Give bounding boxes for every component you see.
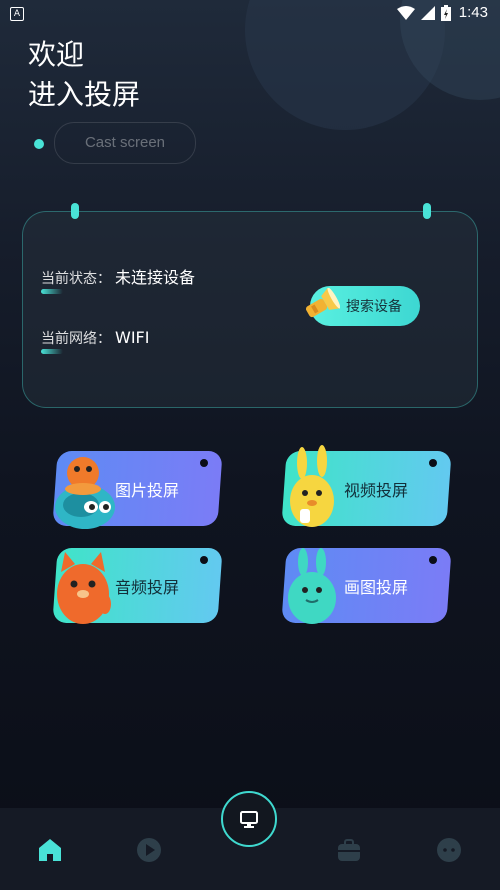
status-bar: A 1:43 [0,0,500,28]
notification-app-icon: A [10,7,24,21]
status-icons: 1:43 [396,4,488,21]
toolbox-icon[interactable] [336,837,362,863]
drawing-cast-card[interactable]: 画图投屏 [281,548,452,624]
connection-state-row: 当前状态： 未连接设备 [41,264,196,294]
card-hole [200,556,208,564]
card-tab [423,203,431,219]
state-value: 未连接设备 [115,268,196,287]
clock: 1:43 [458,4,488,21]
yellow-bunny-mascot-icon [290,445,334,527]
search-device-label: 搜索设备 [346,299,402,315]
search-device-button[interactable]: 搜索设备 [305,286,420,326]
image-cast-card[interactable]: 图片投屏 [52,451,223,529]
play-icon[interactable] [136,837,162,863]
chat-icon[interactable] [436,837,462,863]
orange-cat-mascot-icon [57,552,111,624]
card-hole [200,459,208,467]
home-icon[interactable] [37,837,63,863]
card-hole [429,459,437,467]
welcome-line1: 欢迎 [28,38,85,71]
feature-label: 视频投屏 [344,481,409,500]
wifi-icon [396,5,415,20]
monitor-icon [240,811,258,828]
flashlight-icon [305,288,340,318]
card-tab [71,203,79,219]
state-label: 当前状态： [41,268,111,294]
welcome-title: 欢迎 进入投屏 [28,35,140,115]
orange-bird-mascot-icon [55,457,115,529]
accent-dot [34,139,44,149]
card-hole [429,556,437,564]
welcome-line2: 进入投屏 [28,78,141,111]
network-value: WIFI [115,328,150,347]
network-row: 当前网络： WIFI [41,328,150,354]
signal-icon [420,5,435,20]
feature-label: 音频投屏 [115,578,180,597]
feature-label: 画图投屏 [344,578,409,597]
screen-mirror-button[interactable] [221,791,277,847]
audio-cast-card[interactable]: 音频投屏 [52,548,223,624]
teal-bunny-mascot-icon [288,548,336,624]
battery-charging-icon [440,4,451,21]
device-status-card: 当前状态： 未连接设备 当前网络： WIFI 搜索设备 [22,203,478,408]
app-screen: A 1:43 欢迎 进入投屏 Cast screen 当前状态： 未连接设备 当… [0,0,500,890]
feature-label: 图片投屏 [115,481,180,500]
cast-screen-pill: Cast screen [54,122,196,164]
video-cast-card[interactable]: 视频投屏 [281,445,452,527]
network-label: 当前网络： [41,328,111,354]
